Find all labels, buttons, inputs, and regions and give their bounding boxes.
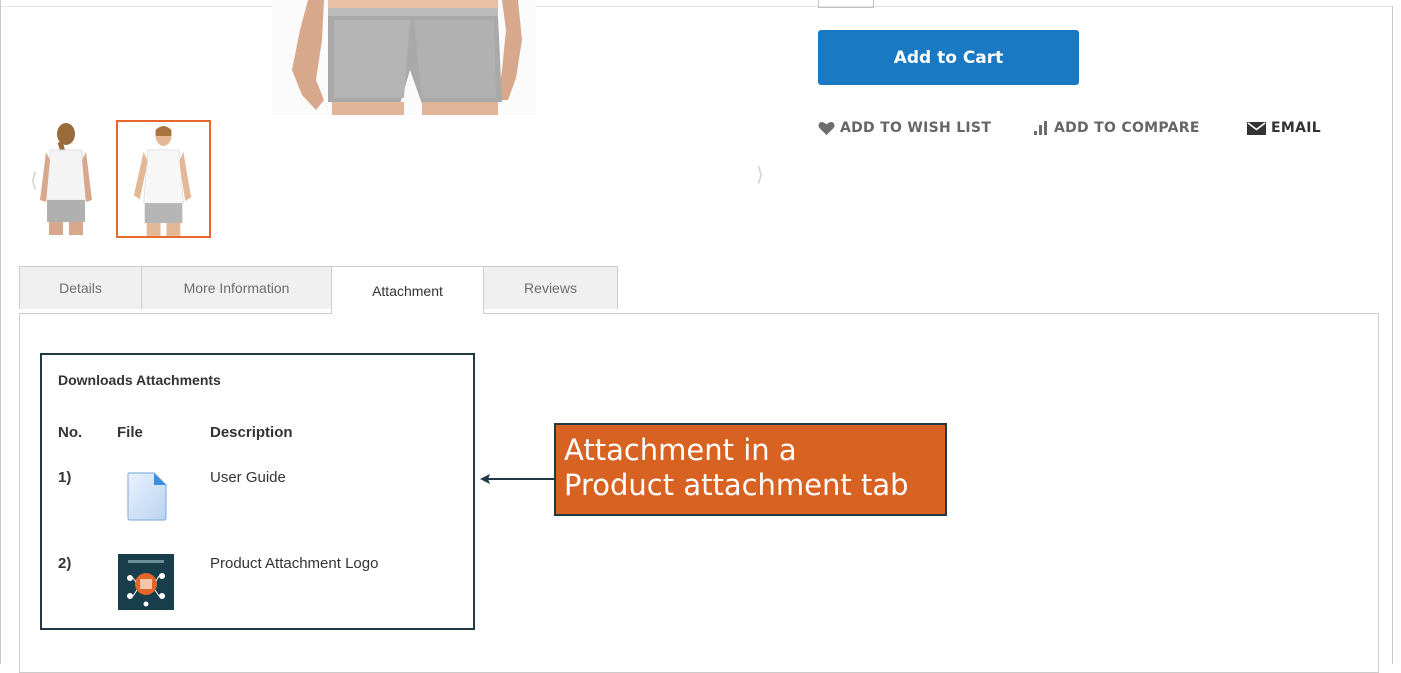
callout-arrow-icon: [478, 472, 556, 490]
page-top-border: [0, 6, 1392, 7]
document-icon[interactable]: [126, 471, 168, 526]
tab-reviews[interactable]: Reviews: [483, 266, 618, 309]
add-to-compare-link[interactable]: Add to Compare: [1033, 120, 1247, 136]
row-description: User Guide: [210, 469, 286, 486]
add-to-wishlist-link[interactable]: Add to Wish List: [818, 120, 1033, 136]
gallery-thumbnail-front-selected[interactable]: [116, 120, 211, 238]
email-label: Email: [1271, 120, 1321, 136]
tab-attachment[interactable]: Attachment: [331, 266, 484, 314]
column-header-file: File: [117, 424, 143, 441]
column-header-no: No.: [58, 424, 83, 441]
bar-chart-icon: [1033, 121, 1049, 135]
annotation-callout: Attachment in a Product attachment tab: [554, 423, 947, 516]
email-link[interactable]: Email: [1247, 120, 1321, 136]
tab-details[interactable]: Details: [19, 266, 142, 309]
chevron-right-icon[interactable]: ⟩: [756, 162, 764, 187]
row-number: 1): [58, 469, 72, 486]
chevron-left-icon[interactable]: ⟨: [30, 168, 38, 193]
callout-line-2: Product attachment tab: [564, 468, 909, 502]
row-description: Product Attachment Logo: [210, 555, 379, 572]
compare-label: Add to Compare: [1054, 120, 1200, 136]
quantity-input[interactable]: [818, 0, 874, 8]
tab-more-information[interactable]: More Information: [141, 266, 332, 309]
product-actions: Add to Wish List Add to Compare Email: [818, 118, 1321, 138]
section-title: Downloads Attachments: [58, 372, 221, 388]
page-right-border: [1392, 6, 1393, 664]
image-thumbnail[interactable]: [118, 554, 174, 615]
row-number: 2): [58, 555, 72, 572]
callout-line-1: Attachment in a: [564, 433, 797, 467]
page-left-border: [0, 0, 1, 664]
add-to-cart-button[interactable]: Add to Cart: [818, 30, 1079, 85]
wishlist-label: Add to Wish List: [840, 120, 992, 136]
main-product-image: [272, 0, 536, 115]
heart-icon: [818, 121, 835, 136]
envelope-icon: [1247, 121, 1266, 135]
column-header-description: Description: [210, 424, 293, 441]
downloads-attachments-section: Downloads Attachments No. File Descripti…: [40, 353, 475, 630]
